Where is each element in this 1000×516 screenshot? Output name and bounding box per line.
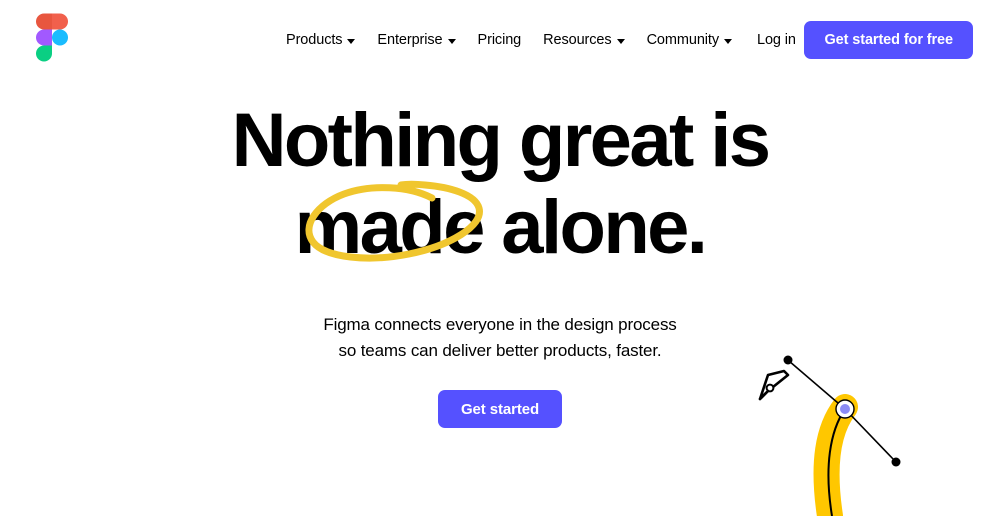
nav-item-community[interactable]: Community	[647, 30, 732, 51]
main-navigation: Products Enterprise Pricing Resources Co…	[286, 30, 796, 51]
nav-item-label: Resources	[543, 32, 612, 48]
hero-cta-container: Get started	[0, 390, 1000, 428]
chevron-down-icon	[447, 39, 456, 44]
nav-item-pricing[interactable]: Pricing	[478, 30, 522, 51]
nav-item-label: Enterprise	[377, 32, 443, 48]
nav-item-enterprise[interactable]: Enterprise	[377, 30, 456, 51]
site-header: Products Enterprise Pricing Resources Co…	[0, 0, 1000, 80]
nav-item-products[interactable]: Products	[286, 30, 356, 51]
subheadline-line-1: Figma connects everyone in the design pr…	[323, 315, 677, 334]
figma-logo-icon	[36, 13, 68, 62]
headline-line-2: made alone.	[294, 185, 708, 270]
nav-item-label: Pricing	[477, 32, 522, 48]
subheadline-line-2: so teams can deliver better products, fa…	[338, 341, 662, 360]
chevron-down-icon	[616, 39, 625, 44]
hero-section: Nothing great is made alone. Figma conne…	[0, 80, 1000, 428]
chevron-down-icon	[347, 39, 356, 44]
nav-item-label: Community	[646, 32, 720, 48]
nav-item-log-in[interactable]: Log in	[757, 30, 796, 51]
chevron-down-icon	[723, 39, 732, 44]
headline-line-1: Nothing great is	[231, 98, 771, 183]
nav-item-label: Log in	[756, 32, 796, 48]
page-title: Nothing great is made alone.	[0, 98, 1000, 270]
nav-item-label: Products	[286, 32, 343, 48]
nav-item-resources[interactable]: Resources	[543, 30, 625, 51]
hero-subheadline: Figma connects everyone in the design pr…	[0, 312, 1000, 364]
get-started-button[interactable]: Get started	[437, 390, 563, 428]
get-started-for-free-button[interactable]: Get started for free	[804, 21, 973, 59]
figma-logo[interactable]	[36, 13, 68, 62]
handle-endpoint-dot-bottom	[891, 457, 901, 467]
